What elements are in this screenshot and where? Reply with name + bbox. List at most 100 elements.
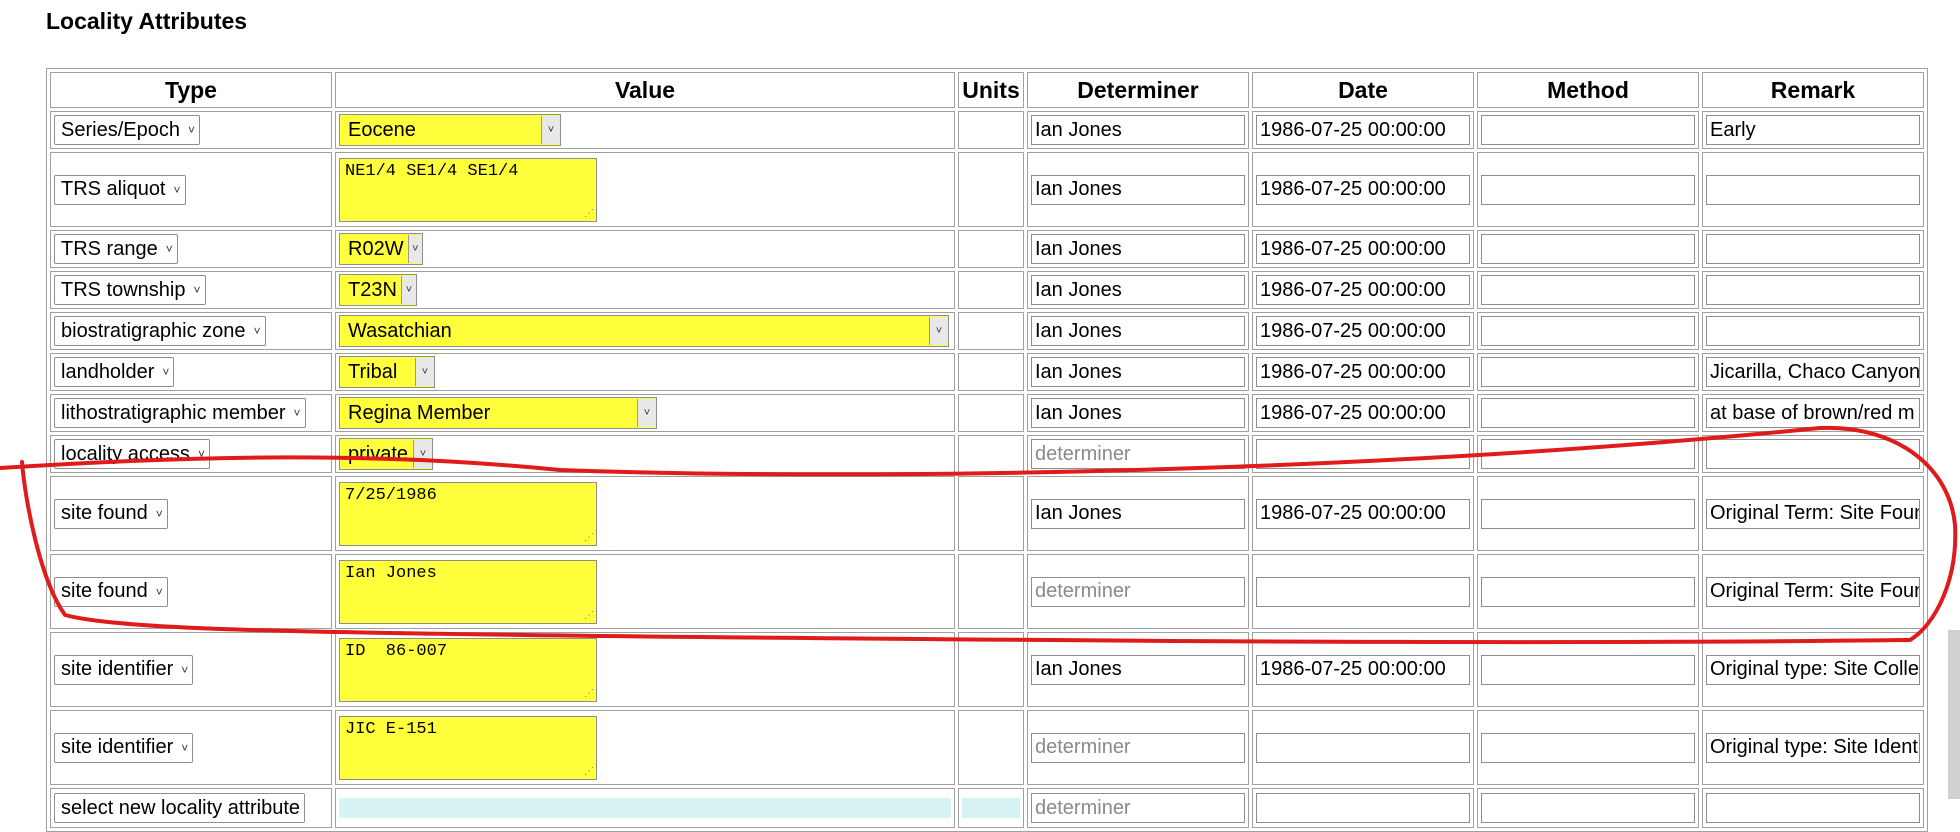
remark-input[interactable]: Original type: Site Colle [1706,654,1920,685]
determiner-cell: Ian Jones [1027,111,1249,149]
type-select[interactable]: Series/Epoch ˅ [54,115,200,145]
method-input[interactable] [1481,357,1695,387]
type-select[interactable]: TRS aliquot ˅ [54,174,186,205]
method-input[interactable] [1481,498,1695,529]
determiner-input[interactable]: Ian Jones [1031,115,1245,145]
determiner-input[interactable]: determiner [1031,576,1245,607]
type-select[interactable]: landholder ˅ [54,357,175,387]
scrollbar-thumb[interactable] [1948,630,1960,799]
date-input[interactable]: 1986-07-25 00:00:00 [1256,398,1470,428]
remark-input[interactable] [1706,275,1920,305]
date-cell: 1986-07-25 00:00:00 [1252,111,1474,149]
date-input[interactable] [1256,576,1470,607]
value-select[interactable]: Regina Member ˅ [339,397,657,429]
value-select[interactable]: Wasatchian ˅ [339,315,949,347]
type-select[interactable]: site identifier ˅ [54,654,194,685]
new-determiner-cell: determiner [1027,788,1249,828]
determiner-input[interactable]: determiner [1031,439,1245,469]
determiner-input[interactable]: Ian Jones [1031,234,1245,264]
determiner-input[interactable]: Ian Jones [1031,498,1245,529]
remark-input[interactable]: Jicarilla, Chaco Canyon [1706,357,1920,387]
remark-input[interactable] [1706,439,1920,469]
value-select[interactable]: Tribal ˅ [339,356,435,388]
method-input[interactable] [1481,654,1695,685]
value-textarea[interactable]: JIC E-151 ⋰ [339,715,597,780]
date-input[interactable]: 1986-07-25 00:00:00 [1256,275,1470,305]
type-select[interactable]: TRS range ˅ [54,234,178,264]
value-textarea[interactable]: NE1/4 SE1/4 SE1/4 ⋰ [339,157,597,222]
value-textarea-text: JIC E-151 [345,719,437,739]
value-select[interactable]: R02W ˅ [339,233,423,265]
date-input[interactable]: 1986-07-25 00:00:00 [1256,654,1470,685]
determiner-input[interactable]: Ian Jones [1031,357,1245,387]
value-select[interactable]: private ˅ [339,438,433,470]
type-cell: landholder ˅ [50,353,332,391]
chevron-down-icon: ˅ [929,317,948,345]
remark-input[interactable] [1706,174,1920,205]
new-date-input[interactable] [1256,793,1470,823]
type-select[interactable]: site found ˅ [54,498,168,529]
determiner-input[interactable]: Ian Jones [1031,174,1245,205]
date-input[interactable]: 1986-07-25 00:00:00 [1256,174,1470,205]
column-header-value: Value [335,72,955,108]
new-method-input[interactable] [1481,793,1695,823]
new-type-select[interactable]: select new locality attribute [54,793,306,823]
value-select[interactable]: T23N ˅ [339,274,417,306]
type-select[interactable]: site found ˅ [54,576,168,607]
method-input[interactable] [1481,439,1695,469]
date-input[interactable]: 1986-07-25 00:00:00 [1256,234,1470,264]
date-cell [1252,710,1474,785]
header-row: Type Value Units Determiner Date Method … [50,72,1924,108]
remark-input[interactable]: Original Term: Site Foun [1706,498,1920,529]
method-input[interactable] [1481,174,1695,205]
type-select[interactable]: locality access ˅ [54,439,210,469]
method-input[interactable] [1481,115,1695,145]
determiner-input[interactable]: Ian Jones [1031,316,1245,346]
value-textarea[interactable]: ID 86-007 ⋰ [339,637,597,702]
method-input[interactable] [1481,316,1695,346]
remark-input[interactable]: Early [1706,115,1920,145]
value-textarea[interactable]: 7/25/1986 ⋰ [339,481,597,546]
determiner-cell: Ian Jones [1027,394,1249,432]
new-value-field[interactable] [339,798,951,818]
determiner-cell: determiner [1027,554,1249,629]
new-determiner-input[interactable]: determiner [1031,793,1245,823]
new-remark-input[interactable] [1706,793,1920,823]
remark-input[interactable]: Original type: Site Ident [1706,732,1920,763]
type-select[interactable]: lithostratigraphic member ˅ [54,398,306,428]
chevron-down-icon: ˅ [155,584,163,599]
determiner-input[interactable]: Ian Jones [1031,654,1245,685]
date-input[interactable] [1256,439,1470,469]
remark-input[interactable]: at base of brown/red m [1706,398,1920,428]
remark-input[interactable] [1706,234,1920,264]
type-select[interactable]: site identifier ˅ [54,732,194,763]
resize-grip-icon: ⋰ [584,208,594,220]
date-input[interactable]: 1986-07-25 00:00:00 [1256,498,1470,529]
type-select[interactable]: biostratigraphic zone ˅ [54,316,266,346]
determiner-input[interactable]: determiner [1031,732,1245,763]
value-select[interactable]: Eocene ˅ [339,114,561,146]
method-input[interactable] [1481,732,1695,763]
type-select[interactable]: TRS township ˅ [54,275,206,305]
units-cell [958,111,1024,149]
units-cell [958,554,1024,629]
determiner-input[interactable]: Ian Jones [1031,398,1245,428]
method-input[interactable] [1481,234,1695,264]
new-units-field[interactable] [962,798,1020,818]
date-input[interactable]: 1986-07-25 00:00:00 [1256,357,1470,387]
determiner-cell: Ian Jones [1027,353,1249,391]
method-input[interactable] [1481,576,1695,607]
date-input[interactable]: 1986-07-25 00:00:00 [1256,115,1470,145]
date-input[interactable] [1256,732,1470,763]
value-textarea[interactable]: Ian Jones ⋰ [339,559,597,624]
date-input[interactable]: 1986-07-25 00:00:00 [1256,316,1470,346]
units-cell [958,476,1024,551]
remark-input[interactable]: Original Term: Site Foun [1706,576,1920,607]
method-input[interactable] [1481,275,1695,305]
column-header-units: Units [958,72,1024,108]
method-input[interactable] [1481,398,1695,428]
remark-input[interactable] [1706,316,1920,346]
type-select-label: Series/Epoch [61,118,180,141]
determiner-input[interactable]: Ian Jones [1031,275,1245,305]
chevron-down-icon: ˅ [253,324,261,338]
